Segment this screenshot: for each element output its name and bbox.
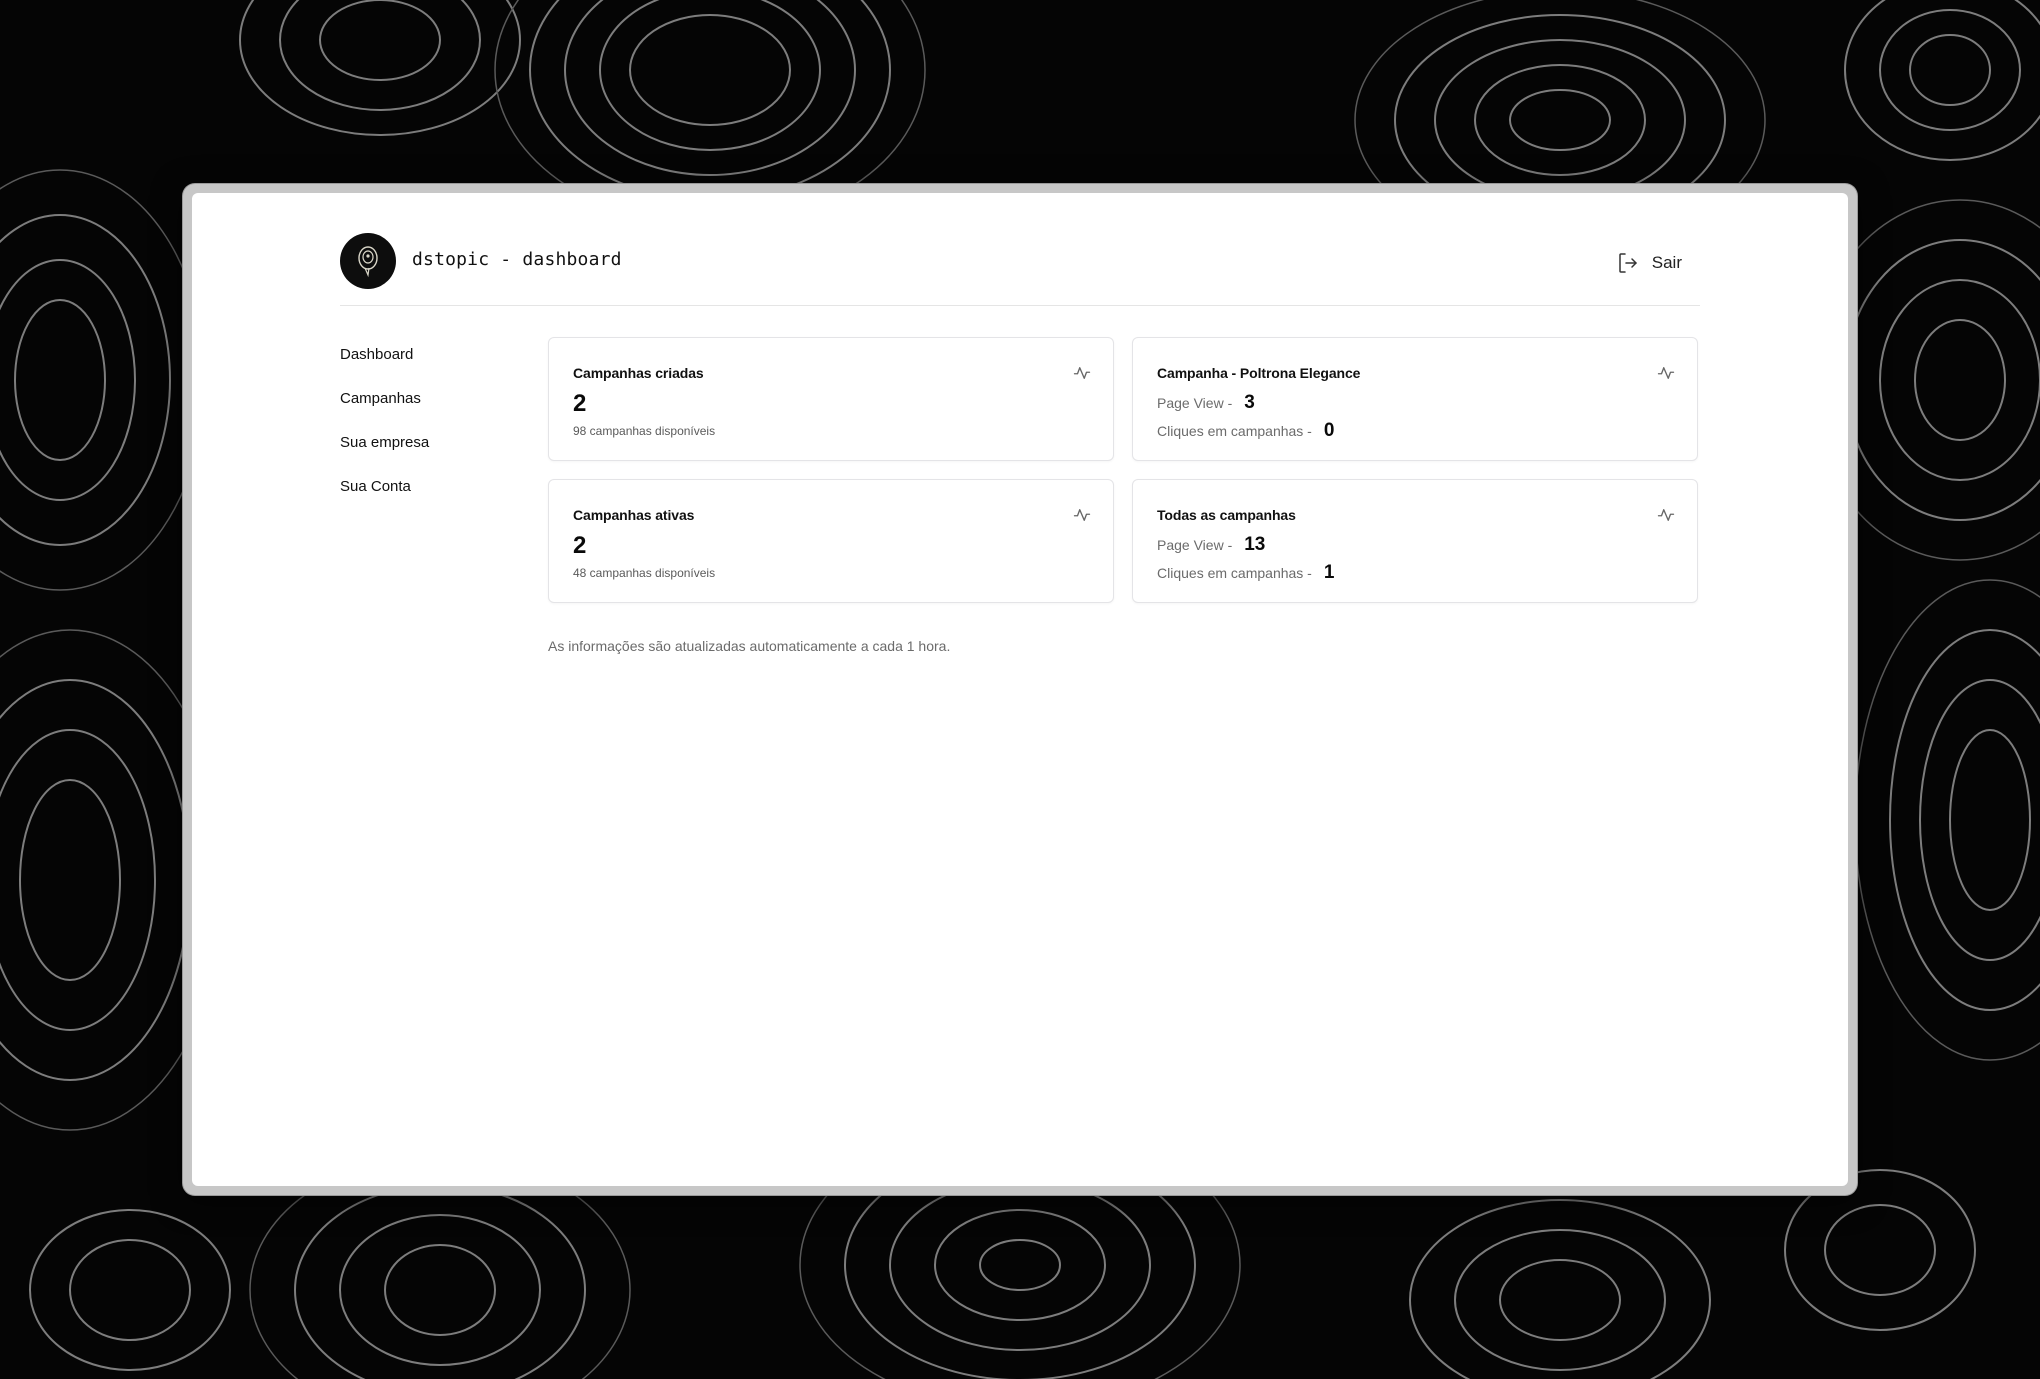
sidebar-item-dashboard[interactable]: Dashboard <box>340 343 530 387</box>
clicks-label: Cliques em campanhas - <box>1157 423 1312 439</box>
brand-logo <box>340 233 396 289</box>
card-title: Campanhas ativas <box>573 507 695 523</box>
page-view-value: 3 <box>1244 392 1255 413</box>
app-title: dstopic - dashboard <box>412 249 622 270</box>
logout-button[interactable]: Sair <box>1614 247 1684 279</box>
clicks-value: 0 <box>1323 420 1335 441</box>
sidebar-item-sua-empresa[interactable]: Sua empresa <box>340 431 530 475</box>
page-view-row: Page View - 3 <box>1157 392 1255 414</box>
card-value: 2 <box>573 390 587 417</box>
sidebar-item-campanhas[interactable]: Campanhas <box>340 387 530 431</box>
card-campanhas-criadas: Campanhas criadas 2 98 campanhas disponí… <box>548 337 1114 461</box>
card-title: Todas as campanhas <box>1157 507 1296 523</box>
brand-mark-icon <box>358 246 378 278</box>
logout-label: Sair <box>1651 253 1682 272</box>
card-value: 2 <box>573 532 587 559</box>
card-todas-as-campanhas: Todas as campanhas Page View - 13 Clique… <box>1132 479 1698 603</box>
page-view-row: Page View - 13 <box>1157 534 1265 556</box>
page-view-label: Page View - <box>1157 395 1233 411</box>
activity-icon <box>1657 509 1675 521</box>
logout-icon <box>1619 253 1637 273</box>
clicks-row: Cliques em campanhas - 1 <box>1157 562 1334 584</box>
activity-icon <box>1073 509 1091 521</box>
card-subtext: 98 campanhas disponíveis <box>573 424 716 438</box>
clicks-row: Cliques em campanhas - 0 <box>1157 420 1334 442</box>
clicks-label: Cliques em campanhas - <box>1157 565 1312 581</box>
clicks-value: 1 <box>1323 562 1335 583</box>
page-view-label: Page View - <box>1157 537 1233 553</box>
card-subtext: 48 campanhas disponíveis <box>573 566 716 580</box>
sidebar-item-sua-conta[interactable]: Sua Conta <box>340 475 530 519</box>
activity-icon <box>1073 367 1091 379</box>
card-title: Campanhas criadas <box>573 365 704 381</box>
header: dstopic - dashboard Sair <box>340 233 1700 306</box>
card-campanhas-ativas: Campanhas ativas 2 48 campanhas disponív… <box>548 479 1114 603</box>
dashboard-window: dstopic - dashboard Sair Dashboard Campa… <box>192 193 1848 1186</box>
update-note: As informações são atualizadas automatic… <box>548 638 951 654</box>
activity-icon <box>1657 367 1675 379</box>
card-campanha-poltrona-elegance: Campanha - Poltrona Elegance Page View -… <box>1132 337 1698 461</box>
sidebar: Dashboard Campanhas Sua empresa Sua Cont… <box>340 343 530 519</box>
page-view-value: 13 <box>1244 534 1266 555</box>
card-title: Campanha - Poltrona Elegance <box>1157 365 1361 381</box>
